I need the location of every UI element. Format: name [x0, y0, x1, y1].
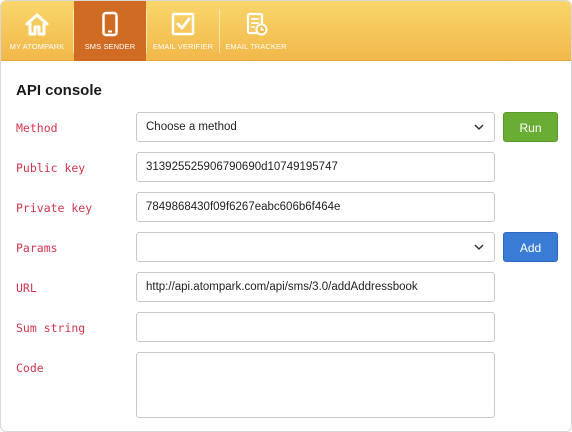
sum-string-label: Sum string	[16, 321, 86, 335]
api-console-window: MY ATOMPARK SMS SENDER EMAIL VERIFIER EM…	[0, 0, 572, 432]
url-field[interactable]: http://api.atompark.com/api/sms/3.0/addA…	[136, 272, 495, 302]
public-key-label: Public key	[16, 161, 86, 175]
code-label: Code	[16, 361, 44, 375]
nav-tab-label: SMS SENDER	[84, 42, 136, 51]
nav-tab-sms-sender[interactable]: SMS SENDER	[74, 1, 146, 61]
page-title: API console	[16, 82, 102, 99]
nav-tab-my-atompark[interactable]: MY ATOMPARK	[1, 1, 73, 61]
nav-tab-label: MY ATOMPARK	[9, 42, 65, 51]
nav-tab-email-verifier[interactable]: EMAIL VERIFIER	[147, 1, 219, 61]
home-icon	[25, 13, 49, 36]
private-key-field[interactable]: 7849868430f09f6267eabc606b6f464e	[136, 192, 495, 222]
public-key-field[interactable]: 313925525906790690d10749195747	[136, 152, 495, 182]
url-label: URL	[16, 281, 37, 295]
method-select[interactable]: Choose a method	[136, 112, 495, 142]
nav-tab-label: EMAIL TRACKER	[225, 42, 287, 51]
params-label: Params	[16, 241, 58, 255]
mobile-phone-icon	[102, 11, 118, 37]
params-select[interactable]	[136, 232, 495, 262]
sum-string-field[interactable]	[136, 312, 495, 342]
method-label: Method	[16, 121, 58, 135]
run-button[interactable]: Run	[503, 112, 558, 142]
checkbox-icon	[171, 12, 195, 36]
nav-tab-email-tracker[interactable]: EMAIL TRACKER	[220, 1, 292, 61]
chevron-down-icon	[474, 244, 484, 251]
method-select-value: Choose a method	[146, 121, 237, 133]
private-key-label: Private key	[16, 201, 93, 215]
tracker-document-icon	[246, 12, 268, 36]
code-textarea[interactable]	[136, 352, 495, 418]
top-navigation-bar: MY ATOMPARK SMS SENDER EMAIL VERIFIER EM…	[1, 1, 571, 61]
chevron-down-icon	[474, 124, 484, 131]
add-button[interactable]: Add	[503, 232, 558, 262]
nav-tab-label: EMAIL VERIFIER	[152, 42, 214, 51]
